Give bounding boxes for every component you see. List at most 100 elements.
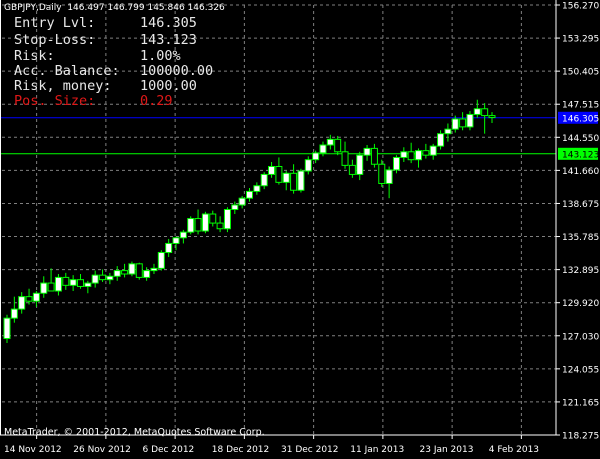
candle-body bbox=[113, 270, 121, 277]
info-account-balance: Acc. Balance: 100000.00 bbox=[14, 64, 213, 79]
candle-body bbox=[69, 279, 77, 286]
symbol-header: GBPJPY,Daily 146.497 146.799 145.846 146… bbox=[4, 3, 225, 13]
info-label: Risk, money: bbox=[14, 78, 112, 94]
candle-body bbox=[488, 115, 496, 119]
candle-body bbox=[172, 237, 180, 244]
candle-body bbox=[121, 270, 129, 275]
stop-loss-label: 143.123 bbox=[562, 150, 599, 160]
candle bbox=[40, 276, 48, 298]
candle-body bbox=[209, 213, 217, 224]
candle bbox=[216, 216, 224, 233]
info-label: Pos. Size: bbox=[14, 93, 96, 109]
info-risk: Risk: 1.00% bbox=[14, 48, 181, 64]
y-tick-label: 150.405 bbox=[562, 68, 599, 78]
candle bbox=[488, 112, 496, 123]
info-risk-money: Risk, money: 1000.00 bbox=[14, 78, 197, 94]
candle-body bbox=[99, 274, 107, 281]
candle bbox=[415, 148, 423, 168]
candle-body bbox=[150, 267, 158, 272]
candle bbox=[121, 263, 129, 278]
info-value: 1000.00 bbox=[140, 78, 197, 94]
candle-body bbox=[282, 172, 290, 183]
candle-body bbox=[444, 128, 452, 135]
candle-body bbox=[84, 282, 92, 287]
x-tick-label: 4 Feb 2013 bbox=[489, 445, 539, 455]
y-tick-label: 141.660 bbox=[562, 167, 599, 177]
candle bbox=[290, 164, 298, 194]
x-tick-label: 11 Jan 2013 bbox=[350, 445, 404, 455]
candle-body bbox=[231, 204, 239, 211]
candle-body bbox=[76, 279, 84, 287]
candle bbox=[106, 272, 114, 285]
candle-body bbox=[429, 145, 437, 156]
info-value: 100000.00 bbox=[140, 63, 214, 79]
x-tick-label: 26 Nov 2012 bbox=[73, 445, 131, 455]
candle-body bbox=[223, 209, 231, 230]
candle bbox=[253, 182, 261, 195]
candle bbox=[150, 263, 158, 275]
candle-body bbox=[106, 275, 114, 281]
candle bbox=[54, 274, 62, 296]
info-entry-level: Entry Lvl: 146.305 bbox=[14, 15, 197, 31]
candle-body bbox=[238, 197, 246, 206]
symbol-name: GBPJPY,Daily bbox=[4, 3, 62, 13]
candle-body bbox=[91, 274, 99, 284]
candle-body bbox=[319, 144, 327, 154]
candle-body bbox=[25, 296, 33, 302]
candle-body bbox=[143, 270, 151, 278]
candle bbox=[113, 266, 121, 281]
candle-body bbox=[422, 150, 430, 156]
info-value: 1.00% bbox=[140, 48, 181, 64]
y-tick-label: 138.675 bbox=[562, 200, 599, 210]
candle-body bbox=[135, 263, 143, 278]
info-label: Stop-Loss: bbox=[14, 32, 96, 48]
candle-body bbox=[246, 190, 253, 199]
candle bbox=[400, 147, 408, 162]
candle bbox=[32, 290, 40, 307]
candle bbox=[429, 143, 437, 160]
info-label: Risk: bbox=[14, 48, 55, 64]
y-tick-label: 121.165 bbox=[562, 398, 599, 408]
candle bbox=[437, 130, 445, 150]
candle-body bbox=[32, 292, 40, 302]
candle bbox=[481, 103, 489, 134]
candle bbox=[69, 275, 77, 291]
candle bbox=[187, 216, 195, 235]
candle bbox=[260, 172, 268, 190]
y-tick-label: 144.550 bbox=[562, 134, 599, 144]
candle bbox=[10, 296, 18, 323]
x-tick-label: 6 Dec 2012 bbox=[143, 445, 195, 455]
info-label: Entry Lvl: bbox=[14, 15, 96, 31]
candle-body bbox=[18, 296, 26, 310]
chart-window[interactable]: 146.305 143.123 156.270 153.295 150.405 147.… bbox=[0, 0, 600, 459]
candle bbox=[3, 314, 11, 344]
candle bbox=[466, 111, 474, 131]
info-position-size: Pos. Size: 0.29 bbox=[14, 93, 173, 109]
candle-body bbox=[415, 150, 423, 161]
candle-body bbox=[481, 108, 489, 117]
candle-body bbox=[459, 118, 467, 128]
x-tick-label: 23 Jan 2013 bbox=[420, 445, 474, 455]
candle bbox=[201, 211, 209, 234]
x-tick-label: 31 Dec 2012 bbox=[281, 445, 339, 455]
candle bbox=[165, 238, 173, 258]
info-value: 146.305 bbox=[140, 15, 197, 31]
candle bbox=[473, 99, 481, 118]
candle-body bbox=[385, 169, 393, 184]
info-value: 143.123 bbox=[140, 32, 197, 48]
candle-body bbox=[326, 138, 334, 146]
y-tick-label: 124.055 bbox=[562, 365, 599, 375]
candle bbox=[297, 168, 305, 193]
candle bbox=[275, 157, 283, 185]
candle bbox=[25, 288, 33, 305]
candle-body bbox=[451, 118, 459, 130]
candle bbox=[370, 143, 378, 168]
ohlc-values: 146.497 146.799 145.846 146.326 bbox=[67, 3, 225, 13]
candle-body bbox=[312, 152, 320, 161]
candle-body bbox=[392, 156, 400, 171]
y-tick-label: 127.030 bbox=[562, 332, 599, 342]
candle bbox=[209, 210, 217, 227]
y-tick-label: 147.515 bbox=[562, 101, 599, 111]
candle bbox=[179, 229, 187, 244]
candle-body bbox=[10, 308, 18, 319]
